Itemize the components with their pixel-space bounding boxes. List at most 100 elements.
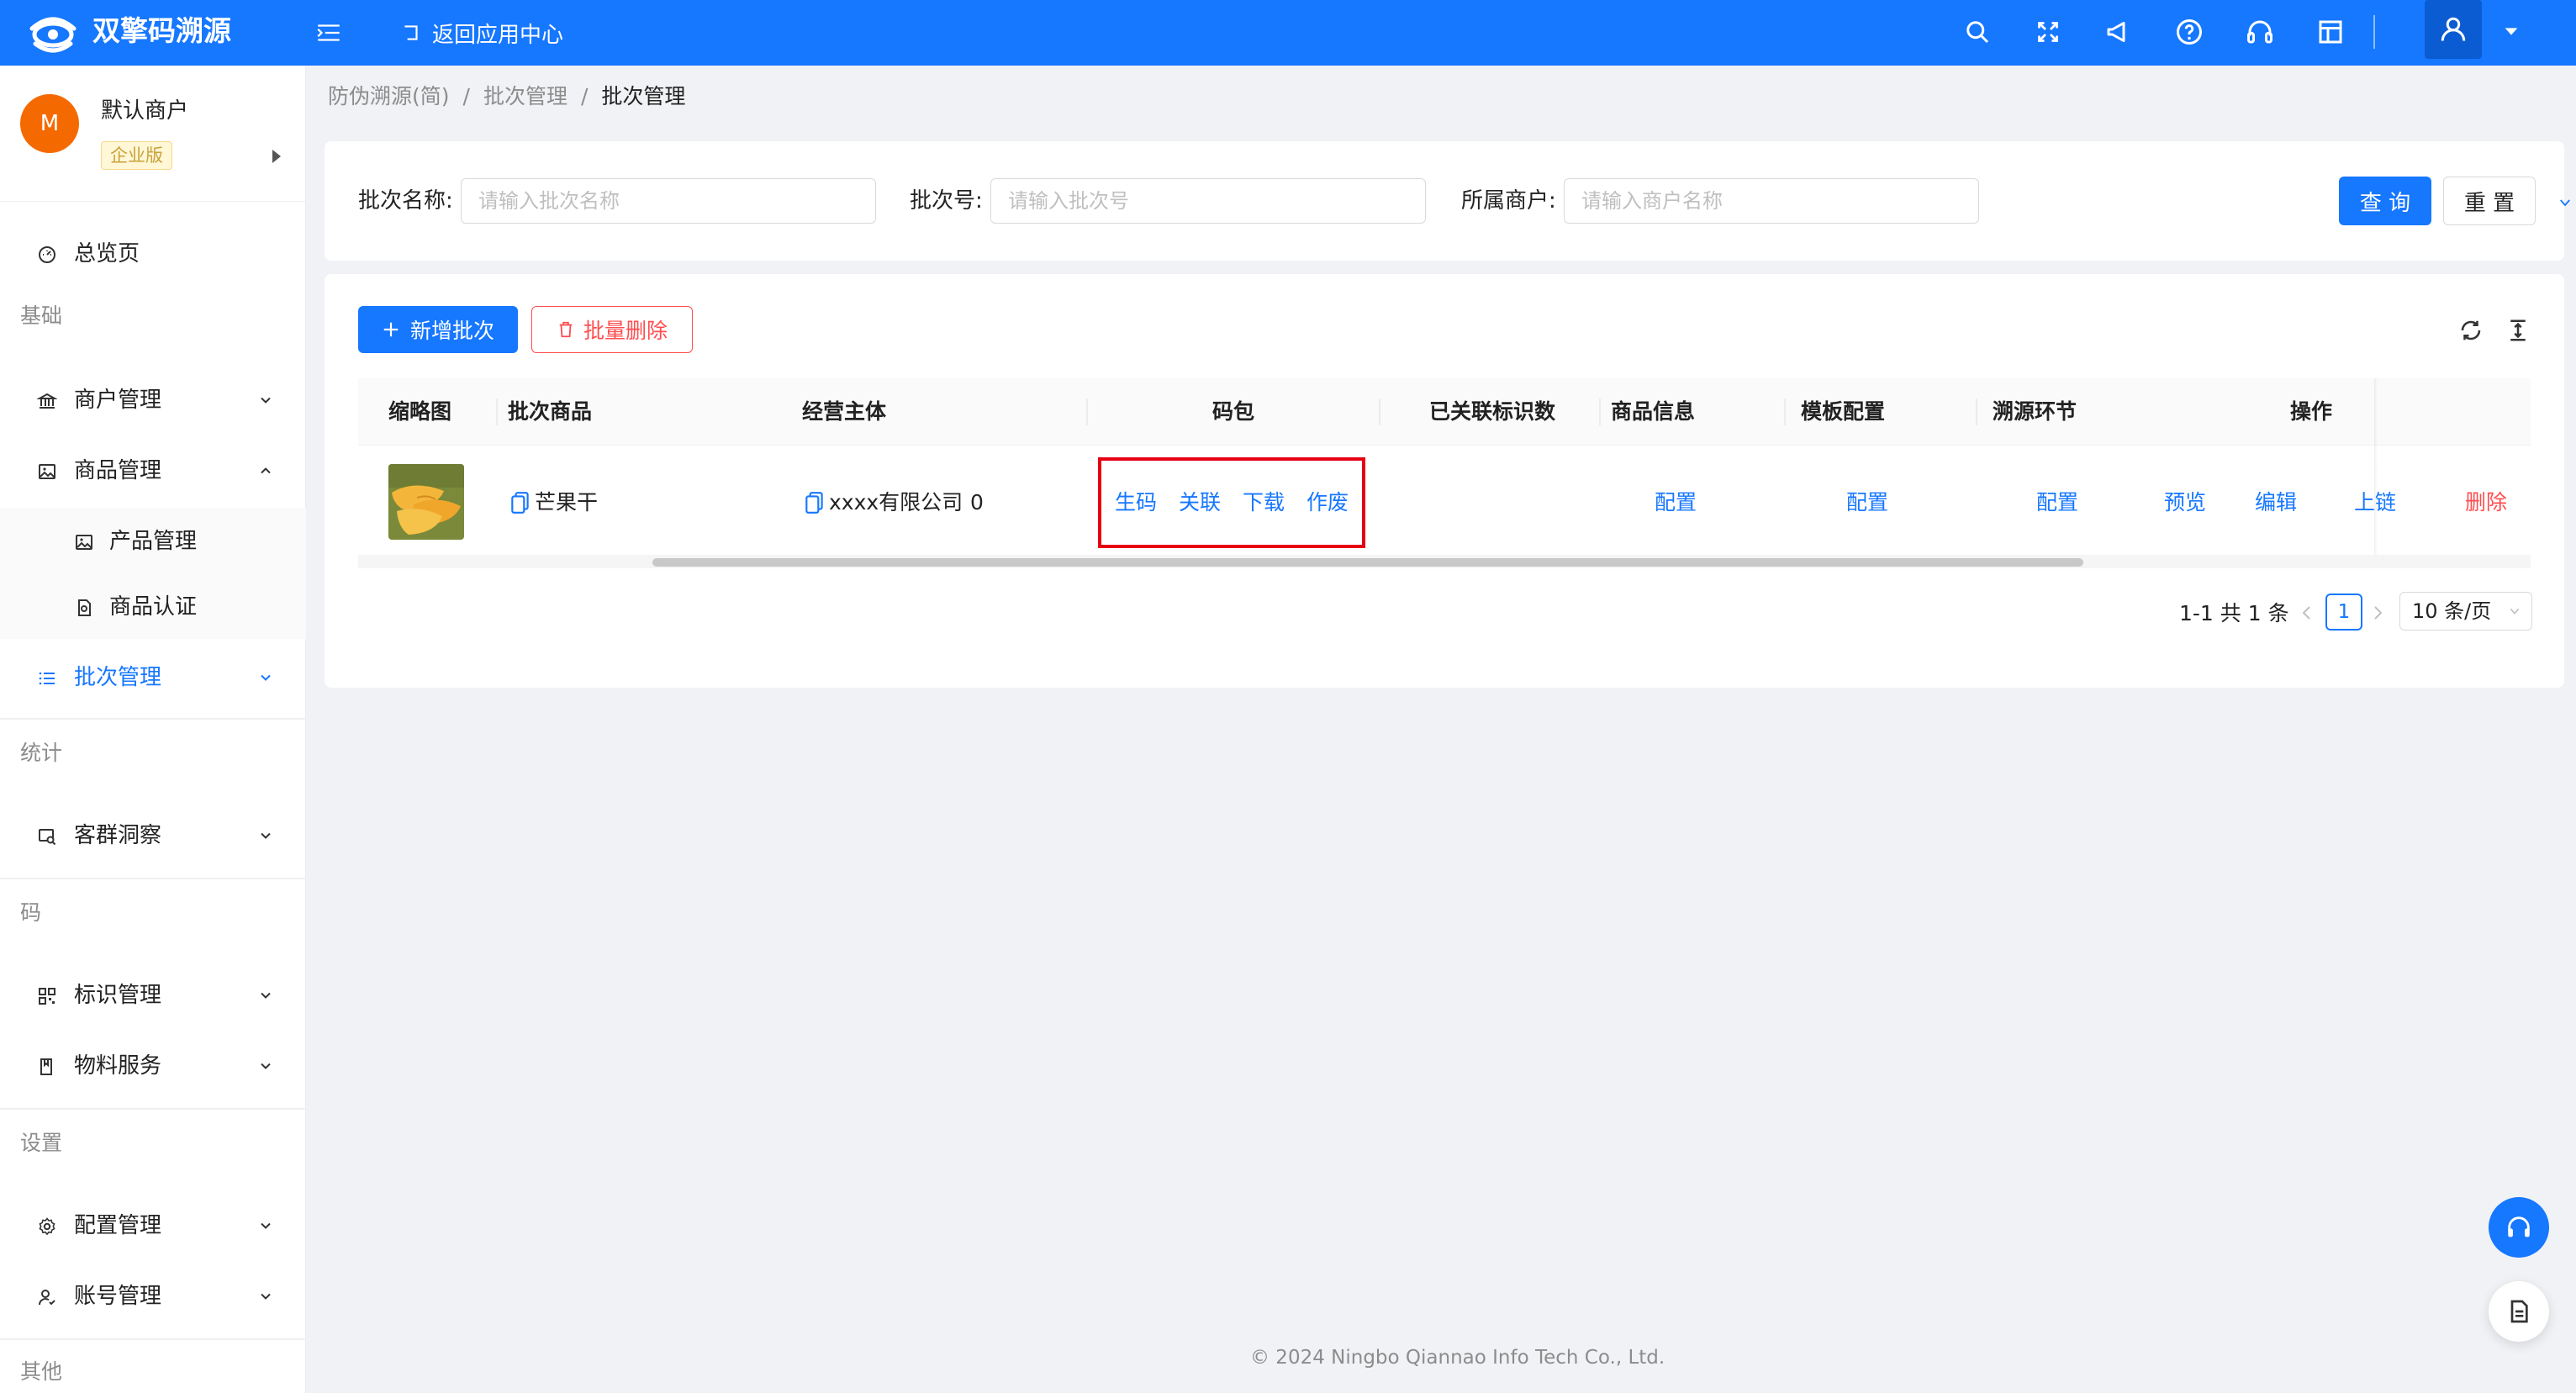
- document-icon: [2510, 1300, 2528, 1323]
- sidebar-divider: [0, 1108, 306, 1110]
- product-thumbnail: [388, 464, 464, 540]
- col-linked-count: 已关联标识数: [1429, 399, 1556, 424]
- template-config-link[interactable]: 配置: [1846, 446, 1888, 560]
- sidebar-divider: [0, 718, 306, 720]
- col-company: 经营主体: [802, 399, 887, 424]
- sidebar-item-label: 商品管理: [74, 458, 162, 483]
- headset-icon: [2508, 1216, 2530, 1237]
- sidebar-item-label: 配置管理: [74, 1213, 162, 1238]
- merchant-input[interactable]: 请输入商户名称: [1564, 178, 1979, 224]
- chevron-right-icon[interactable]: [2371, 605, 2384, 620]
- merchant-label: 所属商户:: [1461, 188, 1556, 214]
- caret-right-icon[interactable]: [271, 148, 282, 165]
- sidebar-item-customer-insight[interactable]: 客群洞察: [0, 809, 306, 863]
- copy-icon[interactable]: [511, 491, 530, 514]
- sidebar-item-batch-mgmt[interactable]: 批次管理: [0, 651, 306, 704]
- menu-fold-icon[interactable]: [314, 18, 343, 47]
- footer-copyright: © 2024 Ningbo Qiannao Info Tech Co., Ltd…: [1250, 1347, 1665, 1369]
- search-form: 批次名称: 请输入批次名称 批次号: 请输入批次号 所属商户: 请输入商户名称 …: [325, 141, 2570, 261]
- page-size-value: 10 条/页: [2412, 599, 2492, 623]
- user-icon: [2441, 17, 2466, 41]
- preview-link[interactable]: 预览: [2164, 446, 2206, 560]
- query-button[interactable]: 查 询: [2339, 177, 2431, 225]
- layout-icon[interactable]: [2315, 17, 2346, 47]
- linked-count: 0: [970, 490, 984, 514]
- col-trace-step: 溯源环节: [1993, 399, 2077, 424]
- app-name: 双擎码溯源: [92, 14, 231, 47]
- announcement-icon[interactable]: [2104, 17, 2134, 47]
- breadcrumb-item[interactable]: 批次管理: [483, 81, 567, 113]
- batch-table-card: 新增批次 批量删除 缩略图 批次商品 经营主体 码包 已关联标识数 商品信息 模…: [325, 274, 2564, 688]
- gear-icon: [39, 1217, 55, 1236]
- search-icon[interactable]: [1962, 17, 1993, 47]
- sidebar-item-config-mgmt[interactable]: 配置管理: [0, 1199, 306, 1253]
- copy-icon[interactable]: [805, 491, 824, 514]
- logo-icon: [29, 17, 77, 53]
- document-button[interactable]: [2489, 1281, 2549, 1342]
- goods-info-config-link[interactable]: 配置: [1655, 446, 1697, 560]
- page-size-select[interactable]: 10 条/页: [2399, 592, 2532, 631]
- sidebar-item-goods-cert[interactable]: 商品认证: [0, 580, 306, 634]
- breadcrumb-item[interactable]: 防伪溯源(简): [328, 81, 450, 113]
- sidebar-item-goods-mgmt[interactable]: 商品管理: [0, 444, 306, 498]
- sidebar-item-account-mgmt[interactable]: 账号管理: [0, 1269, 306, 1323]
- chevron-left-icon[interactable]: [2300, 605, 2314, 620]
- chevron-down-icon: [261, 674, 271, 681]
- sidebar-item-label: 账号管理: [74, 1284, 162, 1309]
- sidebar-item-merchant-mgmt[interactable]: 商户管理: [0, 373, 306, 427]
- breadcrumb-current: 批次管理: [601, 84, 686, 108]
- trash-icon: [559, 321, 573, 338]
- list-icon: [39, 672, 55, 685]
- code-package-highlight: [1098, 457, 1365, 548]
- breadcrumb: 防伪溯源(简) / 批次管理 / 批次管理: [328, 81, 685, 113]
- qrcode-icon: [39, 988, 55, 1005]
- sidebar-item-product-mgmt[interactable]: 产品管理: [0, 514, 306, 568]
- col-code-package: 码包: [1212, 399, 1255, 424]
- sidebar-item-material-service[interactable]: 物料服务: [0, 1039, 306, 1093]
- dashboard-icon: [39, 246, 55, 263]
- scrollbar-thumb[interactable]: [652, 558, 2083, 567]
- merchant-switcher[interactable]: M 默认商户 企业版: [0, 66, 306, 202]
- reset-button[interactable]: 重 置: [2443, 177, 2536, 225]
- help-icon[interactable]: [2174, 17, 2204, 47]
- trace-step-config-link[interactable]: 配置: [2036, 446, 2078, 560]
- group-label-code: 码: [20, 900, 42, 925]
- reload-icon[interactable]: [2458, 318, 2484, 343]
- column-divider: [1379, 398, 1380, 425]
- top-bar: 双擎码溯源 返回应用中心: [0, 0, 2576, 66]
- customer-service-button[interactable]: [2489, 1197, 2549, 1258]
- table-header: 缩略图 批次商品 经营主体 码包 已关联标识数 商品信息 模板配置 溯源环节 操…: [358, 378, 2531, 446]
- headset-icon[interactable]: [2245, 17, 2275, 47]
- sidebar: M 默认商户 企业版 总览页 基础 商户管理 商品管理 产品管理 商品认证 批次…: [0, 66, 306, 1393]
- column-divider: [1976, 398, 1977, 425]
- user-avatar-button[interactable]: [2425, 0, 2482, 59]
- batch-name-label: 批次名称:: [358, 188, 453, 214]
- col-goods-info: 商品信息: [1611, 399, 1696, 424]
- edit-link[interactable]: 编辑: [2255, 446, 2297, 560]
- batch-no-input[interactable]: 请输入批次号: [990, 178, 1426, 224]
- sidebar-item-id-mgmt[interactable]: 标识管理: [0, 968, 306, 1022]
- chevron-down-icon: [261, 1222, 271, 1229]
- sidebar-item-overview[interactable]: 总览页: [0, 227, 306, 281]
- caret-down-icon[interactable]: [2502, 22, 2521, 40]
- bulk-delete-button[interactable]: 批量删除: [531, 306, 693, 353]
- column-height-icon[interactable]: [2505, 318, 2531, 343]
- merchant-name: 默认商户: [101, 98, 189, 124]
- expand-link[interactable]: 展开: [2558, 190, 2576, 215]
- sidebar-item-label: 商户管理: [74, 388, 162, 413]
- pagination-summary: 1-1 共 1 条: [2179, 601, 2289, 625]
- fullscreen-icon[interactable]: [2033, 17, 2063, 47]
- batch-name-input[interactable]: 请输入批次名称: [461, 178, 876, 224]
- horizontal-scrollbar[interactable]: [358, 555, 2531, 568]
- bank-icon: [37, 393, 57, 409]
- book-icon: [40, 1058, 52, 1075]
- chevron-down-icon: [261, 397, 271, 404]
- add-batch-button[interactable]: 新增批次: [358, 306, 518, 353]
- delete-link[interactable]: 删除: [2465, 446, 2507, 560]
- column-divider: [496, 398, 498, 425]
- back-to-app-center-link[interactable]: 返回应用中心: [400, 17, 563, 49]
- page-1-button[interactable]: 1: [2325, 594, 2362, 631]
- column-divider: [1086, 398, 1088, 425]
- picture-icon: [39, 464, 55, 479]
- add-batch-label: 新增批次: [409, 319, 494, 343]
